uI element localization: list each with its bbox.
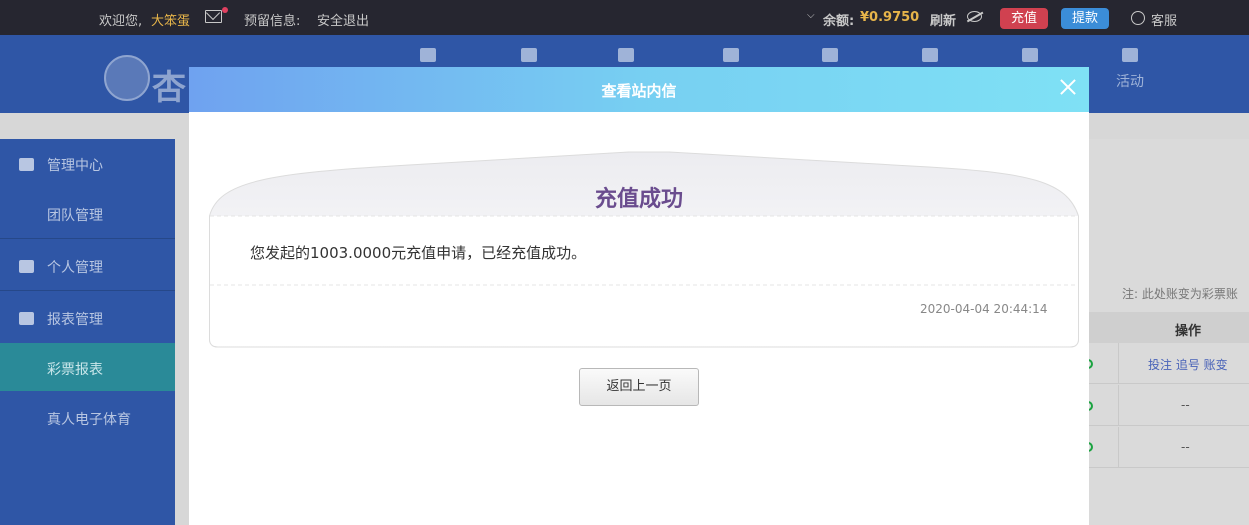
nav-label-activity: 活动 (1116, 74, 1144, 90)
top-bar: 欢迎您, 大笨蛋 预留信息: 安全退出 ⌵ 余额: ¥0.9750 刷新 充值 … (0, 0, 1249, 35)
user-bag-icon (618, 48, 634, 62)
refresh-link[interactable]: 刷新 (930, 10, 956, 29)
card-title: 充值成功 (594, 187, 683, 212)
modal-title: 查看站内信 (601, 82, 677, 100)
mail-icon[interactable] (205, 10, 222, 23)
nav-item-diamond[interactable] (905, 48, 955, 62)
nav-item-activity[interactable]: 活动 (1105, 48, 1155, 91)
nav-item-card[interactable] (805, 48, 855, 62)
logout-link[interactable]: 安全退出 (317, 10, 369, 29)
group-icon (1022, 48, 1038, 62)
nav-item-home[interactable] (403, 48, 453, 62)
diamond-icon (922, 48, 938, 62)
sidebar: 管理中心 团队管理 个人管理 报表管理 彩票报表 真人电子体育 (0, 139, 175, 525)
cell-divider (1118, 343, 1119, 384)
customer-service-link[interactable]: 客服 (1151, 10, 1177, 29)
nav-item-group[interactable] (1005, 48, 1055, 62)
sidebar-item-label: 彩票报表 (47, 362, 103, 378)
table-header: 操作 (1089, 312, 1249, 343)
sidebar-item-label: 真人电子体育 (47, 412, 131, 428)
cell-divider (1118, 385, 1119, 426)
recharge-button[interactable]: 充值 (1000, 8, 1049, 29)
table-row: 投注 追号 账变 (1089, 343, 1249, 384)
person-icon (19, 260, 34, 273)
cell-divider (1118, 427, 1119, 468)
back-button[interactable]: 返回上一页 (579, 368, 699, 406)
card-icon (822, 48, 838, 62)
unread-dot-icon (222, 7, 228, 13)
home-icon (420, 48, 436, 62)
table-row: -- (1089, 427, 1249, 468)
nav-item-game[interactable] (706, 48, 756, 62)
chevron-down-icon[interactable]: ⌵ (807, 10, 815, 21)
balance-label: 余额: (823, 14, 855, 29)
table-note: 注: 此处账变为彩票账 (1122, 287, 1238, 301)
welcome-text: 欢迎您, (99, 14, 143, 29)
sidebar-item-label: 团队管理 (47, 208, 103, 224)
row-action-empty: -- (1181, 440, 1190, 454)
report-icon (19, 312, 34, 325)
sidebar-item-label: 管理中心 (47, 158, 103, 174)
group-icon (19, 158, 34, 171)
close-icon[interactable] (1059, 78, 1077, 96)
username[interactable]: 大笨蛋 (151, 10, 190, 29)
hide-balance-icon[interactable] (967, 11, 982, 22)
logo-text[interactable]: 杏 (152, 60, 186, 109)
game-icon (723, 48, 739, 62)
sidebar-divider (0, 238, 175, 239)
ticket-icon (521, 48, 537, 62)
table-row: -- (1089, 385, 1249, 426)
row-action-links[interactable]: 投注 追号 账变 (1148, 356, 1228, 373)
gift-icon (1122, 48, 1138, 62)
nav-item-ticket[interactable] (504, 48, 554, 62)
logo-emblem-icon[interactable] (104, 55, 150, 101)
chat-icon[interactable] (1131, 11, 1145, 25)
sidebar-item-label: 个人管理 (47, 260, 103, 276)
message-body: 您发起的1003.0000元充值申请，已经充值成功。 (250, 244, 587, 262)
column-header-actions: 操作 (1175, 324, 1202, 339)
modal-header: 查看站内信 (189, 67, 1089, 112)
message-modal: 查看站内信 充值成功 您发起的1003.0000元充值申请，已经充值成功。 20… (189, 67, 1089, 525)
sidebar-divider (0, 290, 175, 291)
message-timestamp: 2020-04-04 20:44:14 (920, 302, 1048, 316)
reserved-info-label: 预留信息: (244, 14, 301, 29)
withdraw-button[interactable]: 提款 (1061, 8, 1110, 29)
nav-item-user-bag[interactable] (601, 48, 651, 62)
sidebar-item-label: 报表管理 (47, 312, 103, 328)
balance-value: ¥0.9750 (860, 10, 920, 25)
row-action-empty: -- (1181, 398, 1190, 412)
